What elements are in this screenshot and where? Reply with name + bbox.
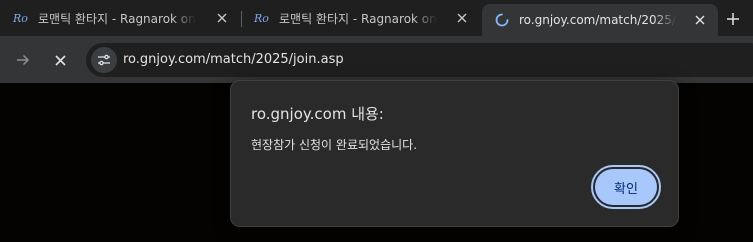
plus-icon [727, 10, 739, 29]
stop-loading-button[interactable] [48, 48, 72, 72]
ragnarok-favicon-icon: Ro [13, 10, 29, 26]
loading-spinner-icon [494, 12, 510, 28]
tab-3-active[interactable]: ro.gnjoy.com/match/2025/join.asp [482, 4, 718, 36]
dialog-message: 현장참가 신청이 완료되었습니다. [251, 138, 418, 152]
toolbar: ro.gnjoy.com/match/2025/join.asp [0, 36, 753, 83]
url-text[interactable]: ro.gnjoy.com/match/2025/join.asp [123, 52, 344, 67]
tab-title: ro.gnjoy.com/match/2025/join.asp [519, 13, 677, 27]
site-info-button[interactable] [91, 47, 117, 73]
ragnarok-favicon-icon: Ro [254, 10, 270, 26]
close-icon [54, 51, 66, 70]
ok-button-focus-ring: 확인 [591, 165, 661, 209]
tab-title: 로맨틱 환타지 - Ragnarok online [279, 11, 437, 26]
close-icon[interactable] [454, 10, 470, 26]
forward-button[interactable] [11, 48, 35, 72]
new-tab-button[interactable] [722, 8, 744, 30]
tune-icon [97, 51, 111, 70]
tab-2[interactable]: Ro 로맨틱 환타지 - Ragnarok online [244, 0, 480, 36]
arrow-right-icon [16, 51, 30, 70]
tab-1[interactable]: Ro 로맨틱 환타지 - Ragnarok online [0, 0, 240, 36]
alert-dialog: ro.gnjoy.com 내용: 현장참가 신청이 완료되었습니다. 확인 [230, 80, 679, 227]
tab-strip: Ro 로맨틱 환타지 - Ragnarok online Ro 로맨틱 환타지 … [0, 0, 753, 36]
address-bar[interactable]: ro.gnjoy.com/match/2025/join.asp [86, 43, 753, 77]
close-icon[interactable] [214, 10, 230, 26]
tab-separator [241, 11, 242, 27]
ok-button[interactable]: 확인 [595, 169, 657, 205]
close-icon[interactable] [692, 12, 708, 28]
tab-title: 로맨틱 환타지 - Ragnarok online [38, 11, 196, 26]
svg-text:Ro: Ro [13, 12, 28, 25]
svg-text:Ro: Ro [254, 12, 269, 25]
dialog-title: ro.gnjoy.com 내용: [251, 105, 384, 123]
